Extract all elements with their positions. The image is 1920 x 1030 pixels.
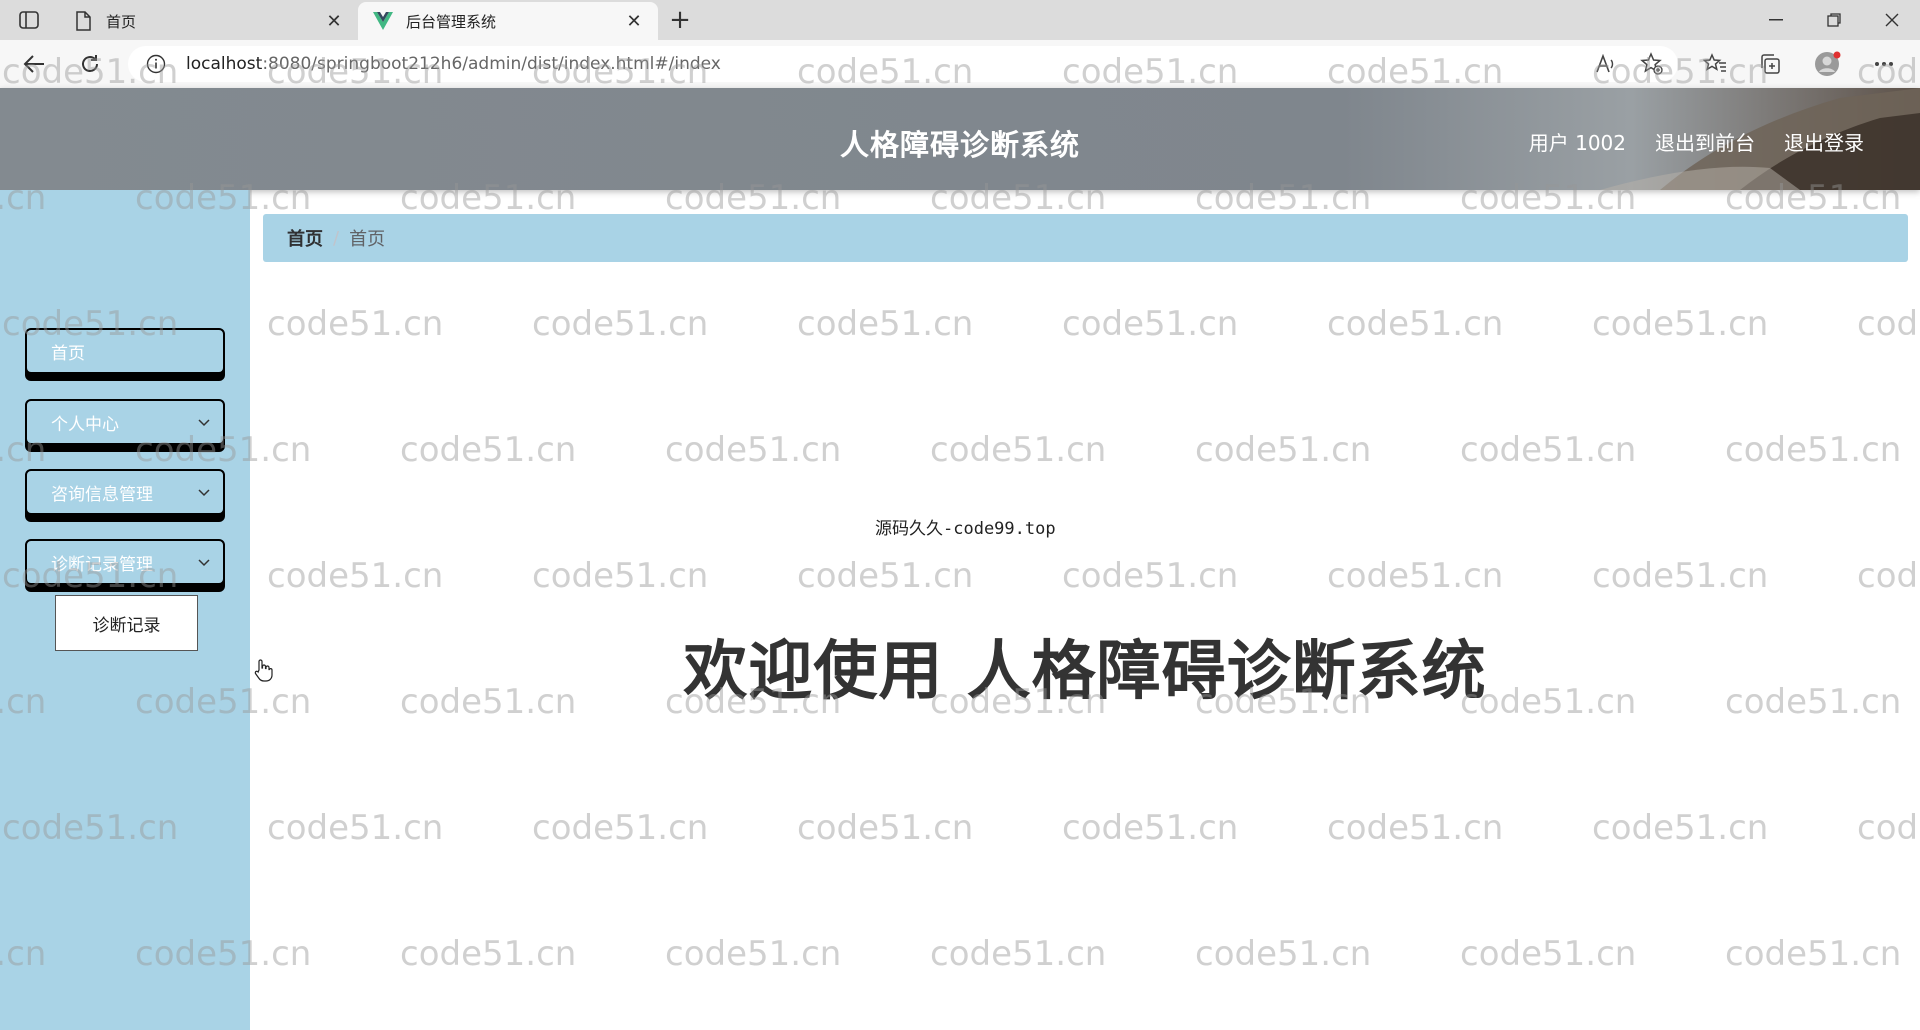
info-icon[interactable] — [146, 54, 166, 74]
minimize-icon[interactable] — [1748, 0, 1804, 40]
admin-app: 人格障碍诊断系统 用户 1002 退出到前台 退出登录 首页 个人中心 咨询信息… — [0, 88, 1920, 1030]
close-window-icon[interactable] — [1864, 0, 1920, 40]
chevron-down-icon — [198, 559, 210, 567]
chevron-down-icon — [198, 489, 210, 497]
favorites-icon[interactable] — [1701, 50, 1729, 78]
sidebar-item-diagnosis-management[interactable]: 诊断记录管理 — [25, 539, 225, 585]
browser-tab-home[interactable]: 首页 ✕ — [58, 2, 358, 40]
tab-title: 后台管理系统 — [406, 12, 497, 31]
page-icon — [72, 10, 94, 32]
sidebar: 首页 个人中心 咨询信息管理 诊断记录管理 诊断记录 — [0, 190, 250, 1030]
tab-title: 首页 — [106, 12, 137, 31]
sidebar-item-label: 咨询信息管理 — [51, 484, 153, 505]
welcome-heading: 欢迎使用 人格障碍诊断系统 — [683, 635, 1487, 709]
app-header: 人格障碍诊断系统 用户 1002 退出到前台 退出登录 — [0, 88, 1920, 190]
profile-avatar-icon[interactable] — [1814, 50, 1842, 78]
url-field[interactable]: localhost:8080/springboot212h6/admin/dis… — [128, 46, 1678, 82]
sidebar-item-label: 首页 — [51, 343, 85, 364]
browser-tab-admin[interactable]: 后台管理系统 ✕ — [358, 2, 658, 40]
sidebar-item-consultation-management[interactable]: 咨询信息管理 — [25, 469, 225, 515]
user-label: 用户 1002 — [1528, 131, 1626, 155]
close-icon[interactable]: ✕ — [324, 11, 344, 32]
header-links: 用户 1002 退出到前台 退出登录 — [1529, 127, 1864, 156]
new-tab-icon[interactable]: + — [665, 5, 695, 35]
reload-icon[interactable] — [74, 48, 106, 80]
sidebar-item-home[interactable]: 首页 — [25, 328, 225, 374]
source-note: 源码久久-code99.top — [875, 519, 1056, 539]
more-options-icon[interactable] — [1870, 50, 1898, 78]
sidebar-item-label: 个人中心 — [51, 414, 119, 435]
url-path: :8080/springboot212h6/admin/dist/index.h… — [262, 54, 721, 74]
vue-logo-icon — [372, 10, 394, 32]
url-text: localhost:8080/springboot212h6/admin/dis… — [186, 54, 721, 74]
close-icon[interactable]: ✕ — [624, 11, 644, 32]
breadcrumb: 首页 / 首页 — [263, 214, 1908, 262]
restore-icon[interactable] — [1806, 0, 1862, 40]
back-to-front-link[interactable]: 退出到前台 — [1655, 127, 1755, 156]
add-favorite-icon[interactable] — [1638, 50, 1666, 78]
tab-actions-icon[interactable] — [14, 8, 44, 32]
hand-cursor-icon — [254, 659, 273, 682]
chevron-down-icon — [198, 419, 210, 427]
back-arrow-icon[interactable] — [18, 48, 50, 80]
read-aloud-icon[interactable] — [1592, 50, 1620, 78]
breadcrumb-item: 首页 — [349, 229, 386, 250]
url-host: localhost — [186, 54, 263, 74]
sidebar-item-personal-center[interactable]: 个人中心 — [25, 399, 225, 445]
browser-address-bar: localhost:8080/springboot212h6/admin/dis… — [0, 40, 1920, 88]
breadcrumb-item[interactable]: 首页 — [287, 225, 323, 251]
sidebar-item-label: 诊断记录管理 — [51, 554, 153, 575]
breadcrumb-separator: / — [333, 227, 340, 249]
logout-link[interactable]: 退出登录 — [1784, 127, 1864, 156]
browser-tab-bar: 首页 ✕ 后台管理系统 ✕ + — [0, 0, 1920, 40]
collections-icon[interactable] — [1756, 50, 1784, 78]
